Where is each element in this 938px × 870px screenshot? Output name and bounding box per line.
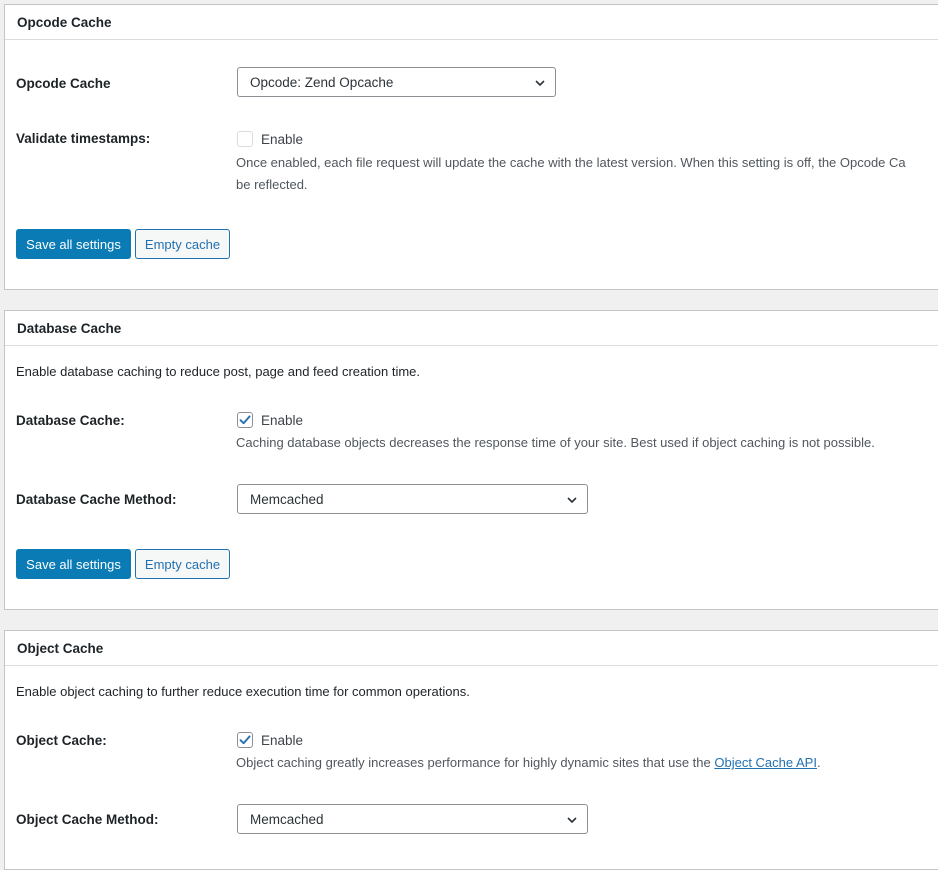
database-cache-description: Caching database objects decreases the r… [236,435,875,450]
object-cache-method-value: Memcached [250,811,324,827]
object-cache-enable-label: Object Cache: [16,733,107,748]
database-cache-method-select[interactable]: Memcached [237,484,588,514]
validate-timestamps-description: Once enabled, each file request will upd… [236,152,936,196]
object-cache-desc-suffix: . [816,755,821,770]
validate-timestamps-checkbox-row[interactable]: Enable [237,131,303,147]
database-cache-method-label: Database Cache Method: [16,492,177,507]
validate-desc-line2: be reflected. [236,177,308,192]
chevron-down-icon [567,497,577,504]
database-cache-checkbox[interactable] [237,412,253,428]
opcode-save-button[interactable]: Save all settings [16,229,131,259]
database-cache-method-value: Memcached [250,491,324,507]
database-cache-panel: Database Cache Enable database caching t… [4,310,938,610]
database-cache-checkbox-label: Enable [261,412,304,428]
object-cache-panel: Object Cache Enable object caching to fu… [4,630,938,870]
opcode-cache-header: Opcode Cache [5,5,938,40]
opcode-cache-title: Opcode Cache [17,14,112,30]
opcode-method-label: Opcode Cache [16,76,111,91]
opcode-method-value: Opcode: Zend Opcache [250,74,394,90]
object-cache-title: Object Cache [17,640,104,656]
checkmark-icon [239,735,251,745]
database-cache-header: Database Cache [5,311,938,346]
database-empty-cache-button[interactable]: Empty cache [135,549,230,579]
object-cache-method-label: Object Cache Method: [16,812,159,827]
object-cache-intro: Enable object caching to further reduce … [16,684,470,699]
object-cache-header: Object Cache [5,631,938,666]
database-cache-title: Database Cache [17,320,122,336]
validate-timestamps-checkbox-label: Enable [261,131,304,147]
object-cache-description: Object caching greatly increases perform… [236,752,821,774]
opcode-empty-cache-button[interactable]: Empty cache [135,229,230,259]
object-cache-checkbox-label: Enable [261,732,304,748]
validate-desc-line1: Once enabled, each file request will upd… [236,155,906,170]
object-cache-checkbox[interactable] [237,732,253,748]
database-cache-checkbox-row[interactable]: Enable [237,412,303,428]
checkmark-icon [239,415,251,425]
chevron-down-icon [535,80,545,87]
object-cache-checkbox-row[interactable]: Enable [237,732,303,748]
validate-timestamps-checkbox[interactable] [237,131,253,147]
database-cache-intro: Enable database caching to reduce post, … [16,364,421,379]
object-cache-method-select[interactable]: Memcached [237,804,588,834]
database-cache-enable-label: Database Cache: [16,413,125,428]
object-cache-desc-text: Object caching greatly increases perform… [236,755,715,770]
validate-timestamps-label: Validate timestamps: [16,131,151,146]
object-cache-api-link[interactable]: Object Cache API [714,755,817,770]
database-save-button[interactable]: Save all settings [16,549,131,579]
chevron-down-icon [567,817,577,824]
opcode-cache-panel: Opcode Cache Opcode Cache Opcode: Zend O… [4,4,938,290]
opcode-method-select[interactable]: Opcode: Zend Opcache [237,67,556,97]
